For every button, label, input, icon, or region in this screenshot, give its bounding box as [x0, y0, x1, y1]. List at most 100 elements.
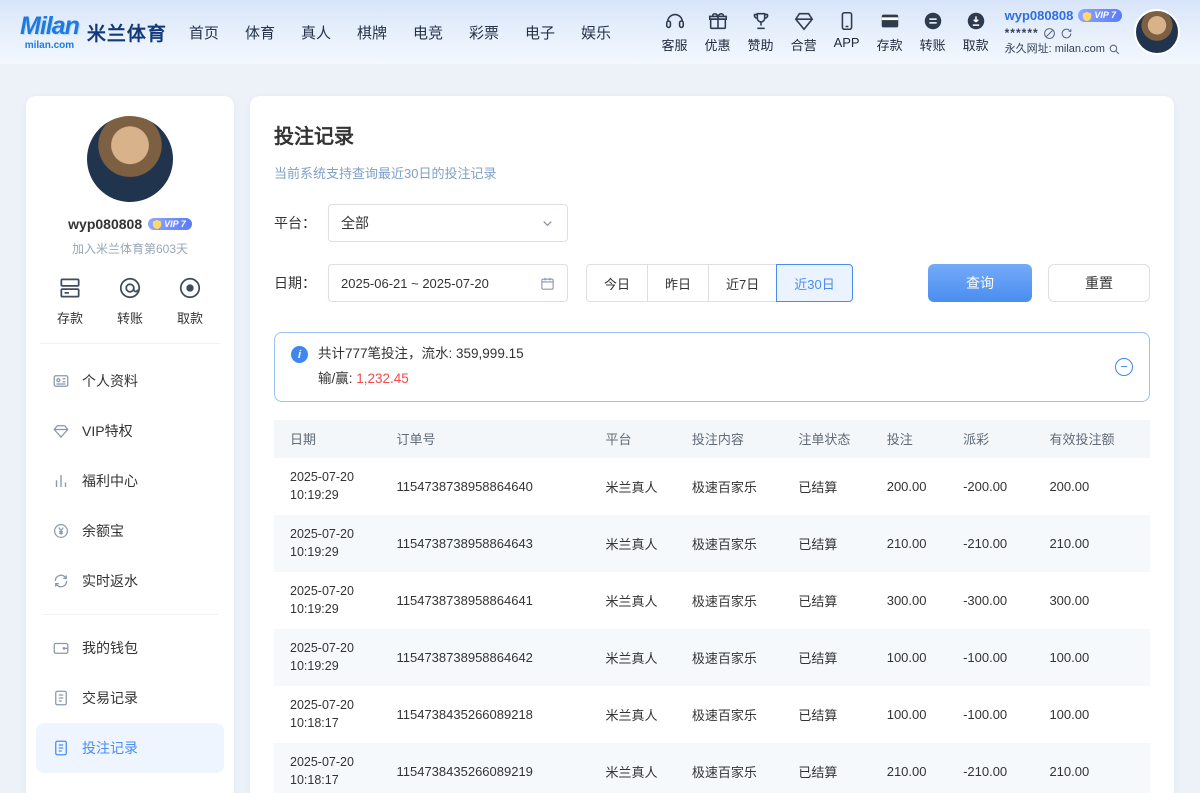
- balance-masked: ******: [1005, 26, 1039, 41]
- cell-payout: -210.00: [953, 743, 1039, 793]
- search-button[interactable]: 查询: [928, 264, 1032, 302]
- cell-order: 1154738738958864641: [387, 572, 596, 629]
- username[interactable]: wyp080808: [1005, 8, 1074, 24]
- date-range-input[interactable]: 2025-06-21 ~ 2025-07-20: [328, 264, 568, 302]
- headset-icon: [664, 10, 686, 32]
- cell-valid: 200.00: [1039, 458, 1150, 515]
- sidebar-item-welfare[interactable]: 福利中心: [36, 456, 224, 506]
- wallet-icon: [52, 639, 70, 657]
- trophy-icon: [750, 10, 772, 32]
- main-nav: 首页 体育 真人 棋牌 电竞 彩票 电子 娱乐: [189, 22, 611, 43]
- cell-platform: 米兰真人: [595, 515, 681, 572]
- nav-item-slots[interactable]: 电子: [525, 22, 555, 43]
- header-content: 投注内容: [682, 420, 788, 458]
- range-today-button[interactable]: 今日: [586, 264, 648, 302]
- quick-range-group: 今日 昨日 近7日 近30日: [586, 264, 853, 302]
- avatar[interactable]: [1134, 9, 1180, 55]
- eye-off-icon[interactable]: [1043, 27, 1056, 40]
- cell-order: 1154738435266089219: [387, 743, 596, 793]
- nav-item-live[interactable]: 真人: [301, 22, 331, 43]
- records-table-body: 2025-07-20 10:19:29 1154738738958864640 …: [274, 458, 1150, 793]
- cell-status: 已结算: [788, 458, 876, 515]
- withdraw-button[interactable]: 取款: [963, 10, 989, 54]
- cell-status: 已结算: [788, 572, 876, 629]
- page-title: 投注记录: [274, 120, 1150, 149]
- cell-content: 极速百家乐: [682, 572, 788, 629]
- chevron-down-icon: [540, 216, 555, 231]
- deposit-quick-button[interactable]: 存款: [57, 275, 83, 327]
- cell-date: 2025-07-20 10:19:29: [274, 572, 387, 629]
- main-content: 投注记录 当前系统支持查询最近30日的投注记录 平台： 全部 日期： 2025-…: [250, 96, 1174, 793]
- cell-bet: 200.00: [877, 458, 953, 515]
- nav-item-esports[interactable]: 电竞: [413, 22, 443, 43]
- range-7days-button[interactable]: 近7日: [708, 264, 777, 302]
- search-icon[interactable]: [1108, 43, 1121, 56]
- promo-button[interactable]: 优惠: [705, 10, 731, 54]
- deposit-button[interactable]: 存款: [877, 10, 903, 54]
- vip-badge: VIP 7: [1078, 9, 1122, 22]
- sponsor-button[interactable]: 赞助: [748, 10, 774, 54]
- table-row: 2025-07-20 10:18:17 1154738435266089219 …: [274, 743, 1150, 793]
- sidebar-item-rebate[interactable]: 实时返水: [36, 556, 224, 606]
- header-date: 日期: [274, 420, 387, 458]
- logo[interactable]: Milan milan.com 米兰体育: [20, 14, 167, 51]
- nav-item-lottery[interactable]: 彩票: [469, 22, 499, 43]
- transfer-button[interactable]: 转账: [920, 10, 946, 54]
- partner-button[interactable]: 合营: [791, 10, 817, 54]
- cell-date: 2025-07-20 10:18:17: [274, 686, 387, 743]
- withdraw-quick-button[interactable]: 取款: [177, 275, 203, 327]
- range-yesterday-button[interactable]: 昨日: [647, 264, 709, 302]
- cell-bet: 100.00: [877, 629, 953, 686]
- platform-select[interactable]: 全部: [328, 204, 568, 242]
- id-card-icon: [52, 372, 70, 390]
- cell-valid: 210.00: [1039, 515, 1150, 572]
- loss-label: 输/赢:: [318, 371, 356, 386]
- nav-item-home[interactable]: 首页: [189, 22, 219, 43]
- sidebar-item-profile[interactable]: 个人资料: [36, 356, 224, 406]
- cell-content: 极速百家乐: [682, 458, 788, 515]
- app-label: APP: [834, 35, 860, 50]
- vip-badge: VIP 7: [148, 218, 192, 230]
- date-filter-row: 日期： 2025-06-21 ~ 2025-07-20 今日 昨日 近7日 近3…: [274, 264, 1150, 302]
- avatar[interactable]: [87, 116, 173, 202]
- cell-valid: 100.00: [1039, 629, 1150, 686]
- cell-payout: -210.00: [953, 515, 1039, 572]
- nav-item-chess[interactable]: 棋牌: [357, 22, 387, 43]
- sidebar-item-vip[interactable]: VIP特权: [36, 406, 224, 456]
- refresh-icon[interactable]: [1060, 27, 1073, 40]
- topbar: Milan milan.com 米兰体育 首页 体育 真人 棋牌 电竞 彩票 电…: [0, 0, 1200, 64]
- sidebar-item-bet-records[interactable]: 投注记录: [36, 723, 224, 773]
- sidebar-item-wallet[interactable]: 我的钱包: [36, 623, 224, 673]
- app-button[interactable]: APP: [834, 10, 860, 50]
- nav-item-entertainment[interactable]: 娱乐: [581, 22, 611, 43]
- cell-platform: 米兰真人: [595, 629, 681, 686]
- cell-status: 已结算: [788, 686, 876, 743]
- collapse-icon[interactable]: −: [1115, 358, 1133, 376]
- header-status: 注单状态: [788, 420, 876, 458]
- cell-platform: 米兰真人: [595, 686, 681, 743]
- cell-content: 极速百家乐: [682, 629, 788, 686]
- cell-content: 极速百家乐: [682, 515, 788, 572]
- reset-button[interactable]: 重置: [1048, 264, 1150, 302]
- cell-order: 1154738738958864640: [387, 458, 596, 515]
- topbar-actions: 客服 优惠 赞助 合营 APP: [662, 10, 989, 54]
- header-bet: 投注: [877, 420, 953, 458]
- table-row: 2025-07-20 10:19:29 1154738738958864643 …: [274, 515, 1150, 572]
- info-icon: i: [291, 346, 308, 363]
- date-label: 日期：: [274, 273, 328, 293]
- phone-icon: [836, 10, 858, 32]
- cell-order: 1154738435266089218: [387, 686, 596, 743]
- range-30days-button[interactable]: 近30日: [776, 264, 852, 302]
- sidebar-item-yuebao[interactable]: 余额宝: [36, 506, 224, 556]
- cell-payout: -100.00: [953, 686, 1039, 743]
- shield-icon: [152, 219, 162, 229]
- nav-item-sports[interactable]: 体育: [245, 22, 275, 43]
- divider: [42, 614, 218, 615]
- sidebar-item-transactions[interactable]: 交易记录: [36, 673, 224, 723]
- cell-status: 已结算: [788, 743, 876, 793]
- table-row: 2025-07-20 10:19:29 1154738738958864641 …: [274, 572, 1150, 629]
- coin-icon: [52, 522, 70, 540]
- transfer-quick-button[interactable]: 转账: [117, 275, 143, 327]
- transfer-coin-icon: [922, 10, 944, 32]
- support-button[interactable]: 客服: [662, 10, 688, 54]
